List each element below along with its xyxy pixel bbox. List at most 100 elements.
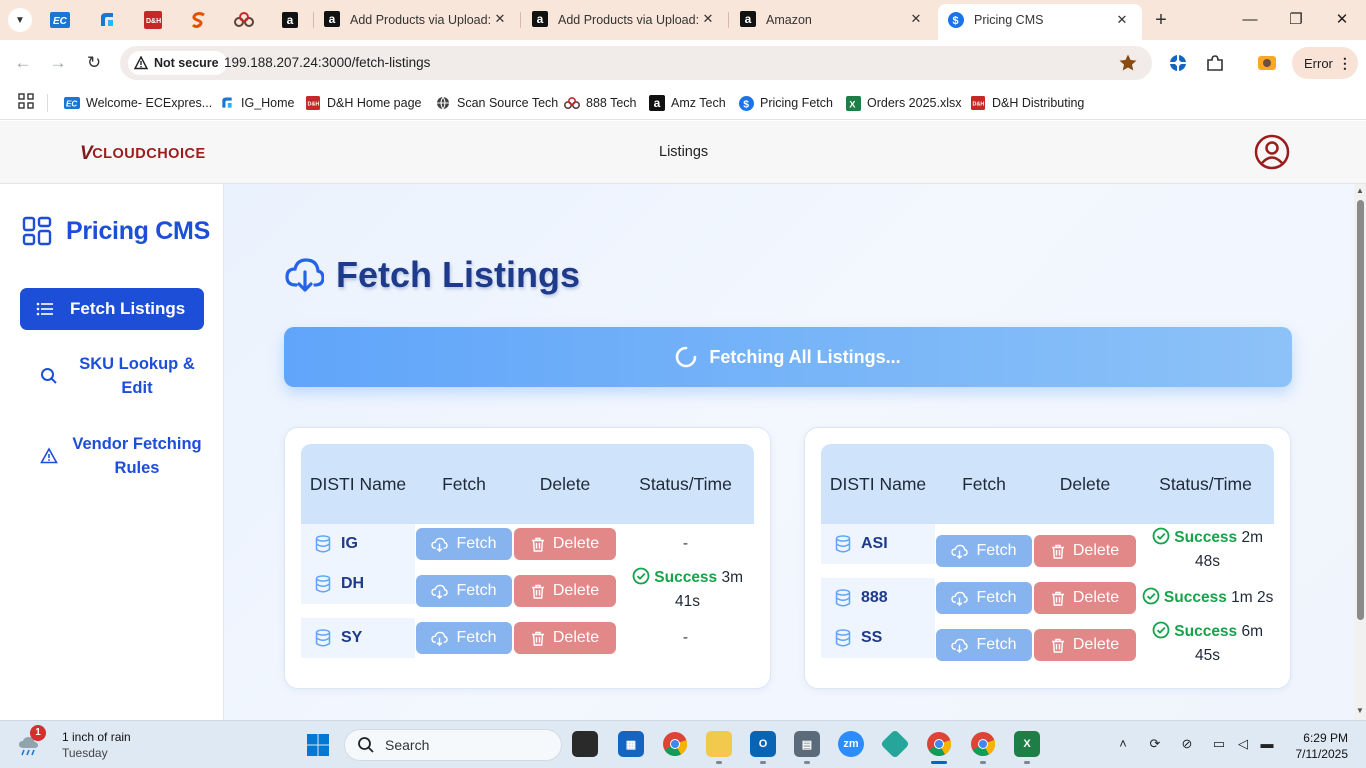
bookmark-dh-home[interactable]: D&H D&H Home page: [305, 91, 422, 115]
tab-add-products-2[interactable]: a Add Products via Upload: ✕: [522, 0, 728, 40]
loading-spinner-icon: [676, 346, 697, 368]
forward-button[interactable]: →: [47, 52, 69, 74]
network-off-icon[interactable]: ⊘: [1178, 735, 1196, 753]
address-bar[interactable]: Not secure 199.188.207.24:3000/fetch-lis…: [120, 46, 1152, 80]
apps-grid-icon[interactable]: [18, 93, 34, 109]
bookmark-dh-distributing[interactable]: D&H D&H Distributing: [970, 91, 1084, 115]
close-icon[interactable]: ✕: [700, 11, 716, 27]
pinned-tab-888[interactable]: [234, 10, 254, 30]
excel-icon[interactable]: X: [1014, 731, 1040, 757]
diamond-app-icon[interactable]: [880, 729, 910, 759]
url-text[interactable]: 199.188.207.24:3000/fetch-listings: [224, 55, 430, 70]
pinned-tab-ig[interactable]: [97, 10, 117, 30]
scroll-down-icon[interactable]: ▼: [1356, 706, 1364, 715]
system-clock[interactable]: 6:29 PM 7/11/2025: [1290, 730, 1349, 762]
store-icon[interactable]: ▦: [618, 731, 644, 757]
zoom-icon[interactable]: zm: [838, 731, 864, 757]
fetch-button[interactable]: Fetch: [416, 622, 512, 654]
scroll-up-icon[interactable]: ▲: [1356, 186, 1364, 195]
speaker-muted-icon[interactable]: ◁: [1234, 735, 1252, 753]
sidebar-item-sku-lookup[interactable]: SKU Lookup & Edit: [20, 352, 204, 400]
extensions-puzzle-icon[interactable]: [1204, 52, 1226, 74]
cloud-download-icon: [431, 537, 449, 552]
fetch-label: Fetch: [976, 589, 1017, 606]
fetch-button[interactable]: Fetch: [936, 582, 1032, 614]
tab-add-products-1[interactable]: a Add Products via Upload: ✕: [314, 0, 520, 40]
bookmark-star-icon[interactable]: [1118, 53, 1138, 73]
display-icon[interactable]: ▭: [1210, 735, 1228, 753]
fetch-button[interactable]: Fetch: [936, 629, 1032, 661]
pinned-tab-scansource[interactable]: [189, 10, 209, 30]
tab-pricing-cms[interactable]: $ Pricing CMS ✕: [938, 4, 1142, 40]
sidebar-title: Pricing CMS: [66, 216, 210, 245]
bookmark-label: Orders 2025.xlsx: [867, 96, 962, 110]
fetch-button[interactable]: Fetch: [416, 575, 512, 607]
fetch-all-button[interactable]: Fetching All Listings...: [284, 327, 1292, 387]
sidebar-item-fetch-listings[interactable]: Fetch Listings: [20, 288, 204, 330]
scroll-thumb[interactable]: [1357, 200, 1364, 620]
windows-start-icon[interactable]: [306, 733, 330, 757]
chevron-up-icon[interactable]: ˄: [1114, 735, 1132, 753]
tab-amazon[interactable]: a Amazon ✕: [730, 0, 936, 40]
pinned-tab-amazon[interactable]: a: [280, 10, 300, 30]
bookmark-orders-xlsx[interactable]: X Orders 2025.xlsx: [845, 91, 961, 115]
extension-game-icon[interactable]: [1167, 52, 1189, 74]
delete-label: Delete: [552, 629, 600, 646]
profile-avatar-icon[interactable]: [1256, 52, 1278, 74]
ec-icon: EC: [64, 95, 80, 111]
restore-button[interactable]: ❐: [1284, 8, 1308, 32]
chrome-profile-1-icon[interactable]: [926, 731, 952, 757]
bookmark-label: 888 Tech: [586, 96, 637, 110]
bookmark-888-tech[interactable]: 888 Tech: [564, 91, 637, 115]
svg-text:D&H: D&H: [973, 101, 985, 107]
file-explorer-icon[interactable]: [706, 731, 732, 757]
table-row-name: IG: [301, 524, 415, 564]
bookmark-scansource[interactable]: Scan Source Tech: [435, 91, 558, 115]
database-icon: [835, 535, 851, 553]
fetch-button[interactable]: Fetch: [936, 535, 1032, 567]
battery-icon[interactable]: ▬: [1258, 735, 1276, 753]
taskbar-search[interactable]: Search: [344, 729, 562, 761]
chrome-profile-2-icon[interactable]: [970, 731, 996, 757]
delete-button[interactable]: Delete: [1034, 535, 1136, 567]
database-icon: [315, 575, 331, 593]
tab-title: Pricing CMS: [974, 13, 1044, 27]
close-window-button[interactable]: ✕: [1330, 8, 1354, 32]
888-icon: [564, 95, 580, 111]
delete-button[interactable]: Delete: [514, 622, 616, 654]
scansource-icon: [191, 12, 205, 28]
tab-search-button[interactable]: ▼: [8, 8, 32, 32]
calculator-icon[interactable]: ▤: [794, 731, 820, 757]
close-icon[interactable]: ✕: [1114, 12, 1130, 28]
delete-button[interactable]: Delete: [514, 575, 616, 607]
back-button[interactable]: ←: [12, 52, 34, 74]
pinned-tab-ec[interactable]: EC: [50, 10, 70, 30]
security-chip[interactable]: Not secure: [128, 51, 227, 75]
outlook-icon[interactable]: O: [750, 731, 776, 757]
chrome-icon[interactable]: [662, 731, 688, 757]
fetch-button[interactable]: Fetch: [416, 528, 512, 560]
close-icon[interactable]: ✕: [908, 11, 924, 27]
weather-widget[interactable]: 1 1 inch of rain Tuesday: [18, 725, 131, 761]
brand-logo[interactable]: V CLOUDCHOICE: [80, 143, 206, 165]
reload-button[interactable]: ↻: [83, 52, 105, 74]
new-tab-button[interactable]: +: [1150, 9, 1172, 31]
close-icon[interactable]: ✕: [492, 11, 508, 27]
warning-icon: [40, 447, 58, 464]
sidebar-item-vendor-rules[interactable]: Vendor Fetching Rules: [20, 432, 204, 480]
minimize-button[interactable]: —: [1238, 8, 1262, 32]
pinned-tab-dh[interactable]: D&H: [143, 10, 163, 30]
bookmark-ig-home[interactable]: IG_Home: [219, 91, 295, 115]
page-scrollbar[interactable]: ▲ ▼: [1354, 184, 1366, 720]
delete-button[interactable]: Delete: [514, 528, 616, 560]
bookmark-ecexpress[interactable]: EC Welcome- ECExpres...: [64, 91, 212, 115]
bookmark-pricing-fetch[interactable]: $ Pricing Fetch: [738, 91, 833, 115]
bookmark-amz-tech[interactable]: a Amz Tech: [649, 91, 726, 115]
user-account-icon[interactable]: [1254, 134, 1290, 170]
task-view-icon[interactable]: [572, 731, 598, 757]
nav-listings-link[interactable]: Listings: [659, 144, 708, 160]
sync-icon[interactable]: ⟳: [1146, 735, 1164, 753]
delete-button[interactable]: Delete: [1034, 582, 1136, 614]
delete-button[interactable]: Delete: [1034, 629, 1136, 661]
profile-error-button[interactable]: Error ⋮: [1292, 47, 1358, 79]
